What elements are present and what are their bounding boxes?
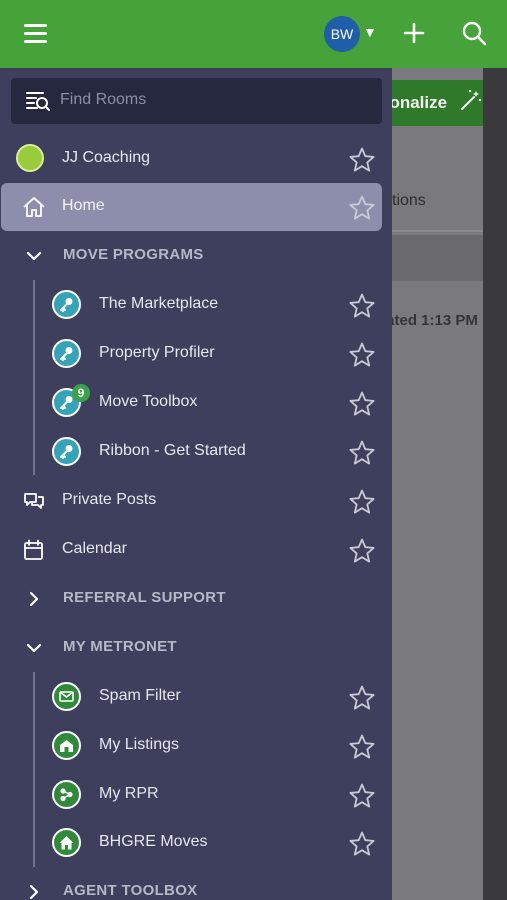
drawer-item-the-marketplace[interactable]: The Marketplace (0, 281, 392, 329)
drawer-item-my-listings[interactable]: My Listings (0, 722, 392, 770)
rpr-icon (52, 780, 81, 809)
drawer-item-label: Private Posts (62, 491, 157, 508)
home-icon (23, 197, 45, 217)
star-icon[interactable] (348, 733, 376, 761)
listings-icon (52, 731, 81, 760)
star-icon[interactable] (348, 341, 376, 369)
key-icon (52, 339, 81, 368)
plus-icon[interactable] (403, 22, 425, 44)
chat-bubbles-icon (24, 493, 44, 509)
magic-wand-icon (461, 89, 482, 110)
chevron-down-icon (26, 643, 42, 653)
background-tab-label: tions (392, 192, 426, 209)
drawer-item-home[interactable]: Home (1, 183, 382, 231)
background-divider (392, 230, 483, 232)
avatar-dropdown-caret-icon[interactable]: ▼ (363, 24, 377, 40)
section-my-metronet[interactable]: MY METRONET (0, 624, 392, 672)
section-agent-toolbox[interactable]: AGENT TOOLBOX (0, 868, 392, 900)
section-label: REFERRAL SUPPORT (63, 589, 226, 606)
drawer-item-label: Move Toolbox (99, 393, 198, 410)
star-icon[interactable] (348, 390, 376, 418)
chevron-right-icon (29, 884, 39, 900)
star-icon[interactable] (348, 488, 376, 516)
key-icon (52, 437, 81, 466)
rooms-search-icon (26, 92, 50, 111)
drawer-item-my-rpr[interactable]: My RPR (0, 771, 392, 819)
section-label: MOVE PROGRAMS (63, 246, 204, 263)
drawer-item-label: Property Profiler (99, 344, 215, 361)
drawer-item-jj-coaching[interactable]: JJ Coaching (0, 135, 392, 183)
star-icon[interactable] (348, 684, 376, 712)
notification-badge: 9 (72, 384, 90, 402)
star-icon[interactable] (348, 439, 376, 467)
background-band (392, 235, 483, 281)
hamburger-menu-icon[interactable] (24, 24, 47, 44)
search-icon[interactable] (461, 20, 487, 46)
drawer-item-label: My Listings (99, 736, 180, 753)
spam-filter-icon (52, 682, 81, 711)
star-icon[interactable] (348, 537, 376, 565)
drawer-item-label: JJ Coaching (62, 149, 151, 166)
drawer-item-ribbon-get-started[interactable]: Ribbon - Get Started (0, 428, 392, 476)
user-avatar[interactable]: BW (324, 16, 360, 52)
drawer-item-private-posts[interactable]: Private Posts (0, 477, 392, 525)
find-rooms-search-field[interactable]: Find Rooms (11, 78, 382, 124)
star-icon[interactable] (348, 194, 376, 222)
top-app-bar: BW ▼ (0, 0, 507, 68)
background-scroll-strip (483, 68, 507, 900)
star-icon[interactable] (348, 146, 376, 174)
calendar-icon (24, 539, 43, 560)
find-rooms-placeholder: Find Rooms (60, 91, 147, 108)
chevron-down-icon (26, 251, 42, 261)
drawer-item-label: My RPR (99, 785, 159, 802)
house-icon (52, 828, 81, 857)
drawer-item-label: Home (62, 197, 105, 214)
drawer-item-label: Spam Filter (99, 687, 181, 704)
section-referral-support[interactable]: REFERRAL SUPPORT (0, 575, 392, 623)
drawer-item-label: BHGRE Moves (99, 833, 208, 850)
drawer-item-label: Ribbon - Get Started (99, 442, 246, 459)
background-updated-text: lated 1:13 PM (382, 312, 478, 329)
section-label: MY METRONET (63, 638, 177, 655)
star-icon[interactable] (348, 830, 376, 858)
drawer-item-move-toolbox[interactable]: 9 Move Toolbox (0, 379, 392, 427)
section-label: AGENT TOOLBOX (63, 882, 198, 899)
drawer-item-calendar[interactable]: Calendar (0, 526, 392, 574)
key-icon (52, 290, 81, 319)
coaching-icon (16, 144, 44, 172)
drawer-item-property-profiler[interactable]: Property Profiler (0, 330, 392, 378)
drawer-item-bhgre-moves[interactable]: BHGRE Moves (0, 819, 392, 867)
drawer-item-label: The Marketplace (99, 295, 219, 312)
drawer-item-spam-filter[interactable]: Spam Filter (0, 673, 392, 721)
drawer-item-label: Calendar (62, 540, 127, 557)
chevron-right-icon (29, 591, 39, 607)
navigation-drawer: Find Rooms JJ Coaching Home MOVE PROGRAM… (0, 68, 392, 900)
star-icon[interactable] (348, 782, 376, 810)
section-move-programs[interactable]: MOVE PROGRAMS (0, 232, 392, 280)
star-icon[interactable] (348, 292, 376, 320)
